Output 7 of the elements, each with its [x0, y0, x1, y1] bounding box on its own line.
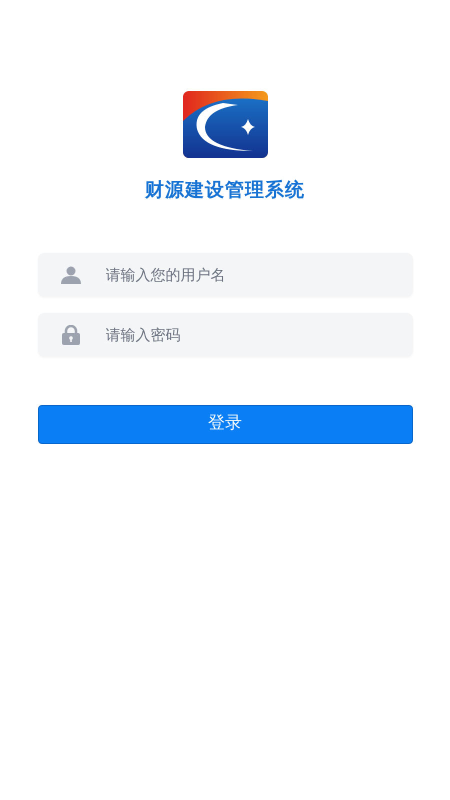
- user-icon: [60, 266, 80, 284]
- login-button[interactable]: 登录: [38, 404, 412, 444]
- password-field[interactable]: 请输入密码: [38, 312, 412, 356]
- lock-icon: [62, 324, 80, 344]
- logo-icon: [182, 91, 268, 158]
- username-field[interactable]: 请输入您的用户名: [38, 252, 412, 296]
- app-title: 财源建设管理系统: [145, 178, 305, 203]
